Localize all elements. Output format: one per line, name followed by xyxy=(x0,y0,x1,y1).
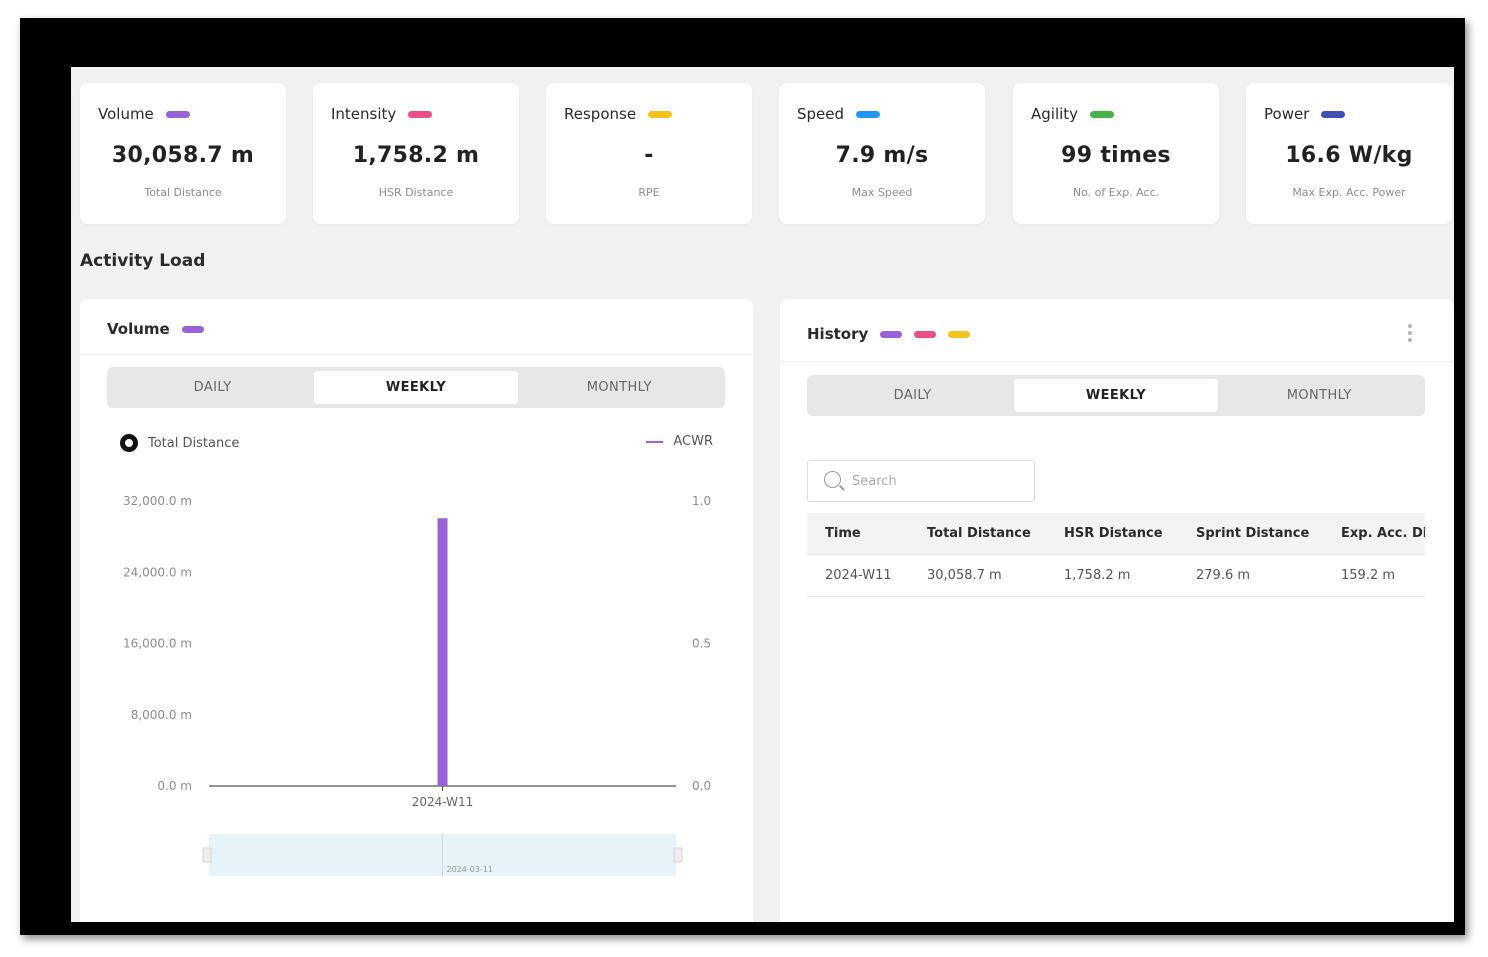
history-response-pill xyxy=(948,330,971,338)
y-axis-tick-label: 0.0 m xyxy=(157,779,192,793)
search-icon xyxy=(822,469,846,493)
power-color-pill xyxy=(1321,110,1346,118)
history-panel: History DAILY WEEKLY MONTHLY Time To xyxy=(780,299,1454,922)
zoom-slider-label: 2024-03-11 xyxy=(447,865,494,874)
agility-card-subtitle: No. of Exp. Acc. xyxy=(1072,186,1160,199)
y-axis-tick-label: 16,000.0 m xyxy=(123,637,192,651)
response-card-title: Response xyxy=(564,105,673,123)
history-panel-title: History xyxy=(807,325,971,343)
table-cell-total-distance: 30,058.7 m xyxy=(927,568,1002,583)
agility-card-title: Agility xyxy=(1031,105,1115,123)
response-color-pill xyxy=(648,110,673,118)
column-header-hsr-distance[interactable]: HSR Distance xyxy=(1046,526,1178,541)
y-axis-tick-label: 8,000.0 m xyxy=(131,708,192,722)
table-header-row: Time Total Distance HSR Distance Sprint … xyxy=(807,513,1425,555)
power-card-value: 16.6 W/kg xyxy=(1285,143,1413,168)
power-card-subtitle: Max Exp. Acc. Power xyxy=(1292,186,1406,199)
zoom-handle-right-icon[interactable] xyxy=(673,847,683,863)
response-card-value: - xyxy=(644,143,654,168)
agility-card-value: 99 times xyxy=(1061,143,1171,168)
speed-card-title: Speed xyxy=(797,105,881,123)
intensity-card-value: 1,758.2 m xyxy=(352,143,480,168)
response-card-subtitle: RPE xyxy=(638,186,660,199)
speed-card-value: 7.9 m/s xyxy=(835,143,929,168)
agility-card[interactable]: Agility 99 times No. of Exp. Acc. xyxy=(1013,83,1219,224)
history-table: Time Total Distance HSR Distance Sprint … xyxy=(807,513,1425,597)
history-intensity-pill xyxy=(914,330,937,338)
y-axis-tick-label: 24,000.0 m xyxy=(123,565,192,579)
volume-card[interactable]: Volume 30,058.7 m Total Distance xyxy=(80,83,286,224)
history-period-toggle: DAILY WEEKLY MONTHLY xyxy=(807,375,1425,416)
volume-card-subtitle: Total Distance xyxy=(144,186,222,199)
intensity-card-subtitle: HSR Distance xyxy=(378,186,454,199)
column-header-time[interactable]: Time xyxy=(807,526,909,541)
column-header-total-distance[interactable]: Total Distance xyxy=(909,526,1046,541)
intensity-card[interactable]: Intensity 1,758.2 m HSR Distance xyxy=(313,83,519,224)
table-cell-sprint-distance: 279.6 m xyxy=(1196,568,1251,583)
section-title: Activity Load xyxy=(80,251,206,271)
x-axis-tick-label: 2024-W11 xyxy=(412,795,474,809)
power-card[interactable]: Power 16.6 W/kg Max Exp. Acc. Power xyxy=(1246,83,1452,224)
intensity-color-pill xyxy=(408,110,433,118)
volume-color-pill xyxy=(165,110,190,118)
speed-color-pill xyxy=(856,110,881,118)
power-card-title: Power xyxy=(1264,105,1346,123)
dashboard-screen: Volume 30,058.7 m Total Distance Intensi… xyxy=(71,67,1454,922)
speed-card-subtitle: Max Speed xyxy=(851,186,913,199)
agility-color-pill xyxy=(1090,110,1115,118)
y2-axis-tick-label: 1.0 xyxy=(692,494,711,508)
column-header-exp-acc-distance[interactable]: Exp. Acc. Distance xyxy=(1323,526,1425,541)
monitor-frame: Volume 30,058.7 m Total Distance Intensi… xyxy=(20,18,1465,935)
search-box[interactable] xyxy=(807,460,1035,502)
volume-card-title: Volume xyxy=(98,105,190,123)
history-tab-monthly[interactable]: MONTHLY xyxy=(1218,379,1421,412)
history-volume-pill xyxy=(880,330,903,338)
table-cell-exp-acc-distance: 159.2 m xyxy=(1341,568,1396,583)
history-tab-daily[interactable]: DAILY xyxy=(811,379,1014,412)
zoom-handle-left-icon[interactable] xyxy=(202,847,212,863)
intensity-card-title: Intensity xyxy=(331,105,433,123)
y-axis-tick-label: 32,000.0 m xyxy=(123,494,192,508)
search-input[interactable] xyxy=(852,473,1022,489)
table-row[interactable]: 2024-W11 30,058.7 m 1,758.2 m 279.6 m 15… xyxy=(807,555,1425,597)
volume-chart: 32,000.0 m 24,000.0 m 16,000.0 m 8,000.0 m 0… xyxy=(123,494,711,876)
y2-axis-tick-label: 0.0 xyxy=(692,779,711,793)
history-tab-weekly[interactable]: WEEKLY xyxy=(1014,379,1218,412)
volume-panel: Volume DAILY WEEKLY MONTHLY Total Distan… xyxy=(80,299,753,922)
bar-total-distance xyxy=(437,518,448,786)
speed-card[interactable]: Speed 7.9 m/s Max Speed xyxy=(779,83,985,224)
more-options-icon[interactable] xyxy=(1408,324,1412,342)
history-panel-header: History xyxy=(780,299,1454,362)
table-cell-time: 2024-W11 xyxy=(825,568,892,583)
response-card[interactable]: Response - RPE xyxy=(546,83,752,224)
y2-axis-tick-label: 0.5 xyxy=(692,637,711,651)
volume-card-value: 30,058.7 m xyxy=(111,143,255,168)
table-cell-hsr-distance: 1,758.2 m xyxy=(1064,568,1131,583)
column-header-sprint-distance[interactable]: Sprint Distance xyxy=(1178,526,1323,541)
